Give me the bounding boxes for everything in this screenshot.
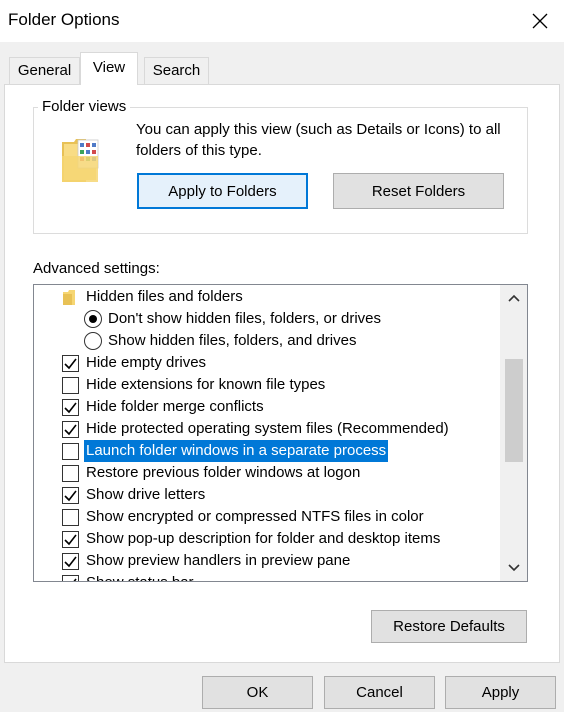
restore-defaults-button[interactable]: Restore Defaults — [371, 610, 527, 643]
checkmark-icon — [73, 578, 77, 581]
list-item-label: Show encrypted or compressed NTFS files … — [86, 508, 424, 525]
checkbox-show-popup-description[interactable]: Show pop-up description for folder and d… — [34, 528, 500, 550]
tab-search-label: Search — [152, 62, 201, 79]
restore-defaults-label: Restore Defaults — [393, 618, 505, 635]
list-item-label: Show preview handlers in preview pane — [86, 552, 351, 569]
checkbox-checked[interactable] — [62, 487, 79, 504]
checkbox[interactable] — [62, 465, 79, 482]
window-title: Folder Options — [8, 10, 120, 29]
advanced-settings-list[interactable]: Hidden files and folders Don't show hidd… — [33, 284, 528, 582]
list-item-label: Hide protected operating system files (R… — [86, 420, 449, 437]
list-item-label: Show status bar — [86, 572, 194, 581]
checkbox[interactable] — [62, 509, 79, 526]
checkmark-icon — [64, 424, 77, 436]
ok-button[interactable]: OK — [202, 676, 313, 709]
checkbox-hide-extensions[interactable]: Hide extensions for known file types — [34, 374, 500, 396]
scroll-down-button[interactable] — [500, 555, 527, 581]
checkmark-icon — [64, 556, 77, 568]
checkbox-hide-protected-os-files[interactable]: Hide protected operating system files (R… — [34, 418, 500, 440]
apply-to-folders-label: Apply to Folders — [168, 182, 277, 200]
list-item-label: Show hidden files, folders, and drives — [108, 332, 357, 349]
close-button[interactable] — [516, 0, 564, 42]
checkmark-icon — [64, 534, 77, 546]
vertical-scrollbar[interactable] — [500, 285, 527, 581]
scroll-up-button[interactable] — [500, 285, 527, 311]
checkmark-icon — [64, 402, 77, 414]
checkbox-checked[interactable] — [62, 531, 79, 548]
checkbox-checked[interactable] — [62, 421, 79, 438]
checkbox[interactable] — [62, 377, 79, 394]
tab-search[interactable]: Search — [144, 57, 209, 84]
list-item-label: Restore previous folder windows at logon — [86, 464, 361, 481]
checkbox-checked[interactable] — [62, 355, 79, 372]
folder-views-description: You can apply this view (such as Details… — [136, 121, 501, 159]
chevron-down-icon — [508, 564, 520, 572]
checkbox-show-drive-letters[interactable]: Show drive letters — [34, 484, 500, 506]
apply-label: Apply — [481, 684, 520, 701]
radio-button-checked[interactable] — [84, 310, 102, 328]
advanced-settings-label: Advanced settings: — [33, 260, 160, 277]
folder-views-legend: Folder views — [38, 98, 131, 115]
radio-dont-show-hidden[interactable]: Don't show hidden files, folders, or dri… — [34, 308, 500, 330]
checkmark-icon — [64, 490, 77, 502]
radio-button[interactable] — [84, 332, 102, 350]
folder-icon — [63, 290, 75, 305]
radio-show-hidden[interactable]: Show hidden files, folders, and drives — [34, 330, 500, 352]
list-item-label: Hide empty drives — [86, 354, 207, 371]
list-item-label: Hide extensions for known file types — [86, 376, 326, 393]
scrollbar-thumb[interactable] — [505, 359, 523, 462]
list-item-label: Don't show hidden files, folders, or dri… — [108, 310, 381, 327]
checkbox-show-encrypted-color[interactable]: Show encrypted or compressed NTFS files … — [34, 506, 500, 528]
cancel-label: Cancel — [356, 684, 403, 701]
list-item-label-selected: Launch folder windows in a separate proc… — [84, 440, 389, 462]
list-item-label: Show drive letters — [86, 486, 206, 503]
checkbox-checked[interactable] — [62, 575, 79, 581]
tab-view[interactable]: View — [80, 52, 138, 85]
apply-to-folders-button[interactable]: Apply to Folders — [137, 173, 308, 209]
checkbox-hide-merge-conflicts[interactable]: Hide folder merge conflicts — [34, 396, 500, 418]
folder-icon — [62, 139, 99, 182]
checkbox-restore-previous-windows[interactable]: Restore previous folder windows at logon — [34, 462, 500, 484]
checkbox-hide-empty-drives[interactable]: Hide empty drives — [34, 352, 500, 374]
checkbox-show-preview-handlers[interactable]: Show preview handlers in preview pane — [34, 550, 500, 572]
reset-folders-button[interactable]: Reset Folders — [333, 173, 504, 209]
checkbox-checked[interactable] — [62, 399, 79, 416]
apply-button[interactable]: Apply — [445, 676, 556, 709]
tab-general[interactable]: General — [9, 57, 80, 84]
tab-view-label: View — [92, 59, 126, 76]
cancel-button[interactable]: Cancel — [324, 676, 435, 709]
list-item-hidden-files-group: Hidden files and folders — [34, 286, 500, 308]
tab-general-label: General — [17, 62, 72, 79]
checkbox[interactable] — [62, 443, 79, 460]
ok-label: OK — [246, 684, 269, 701]
chevron-up-icon — [508, 294, 520, 302]
checkmark-icon — [64, 358, 77, 370]
title-bar: Folder Options — [0, 0, 564, 42]
checkbox-launch-separate-process[interactable]: Launch folder windows in a separate proc… — [34, 440, 500, 462]
list-item-label: Hide folder merge conflicts — [86, 398, 264, 415]
reset-folders-label: Reset Folders — [371, 182, 466, 200]
checkbox-show-status-bar[interactable]: Show status bar — [34, 572, 500, 581]
close-icon — [532, 13, 548, 29]
checkbox-checked[interactable] — [62, 553, 79, 570]
list-item-label: Show pop-up description for folder and d… — [86, 530, 441, 547]
list-item-label: Hidden files and folders — [86, 288, 243, 305]
